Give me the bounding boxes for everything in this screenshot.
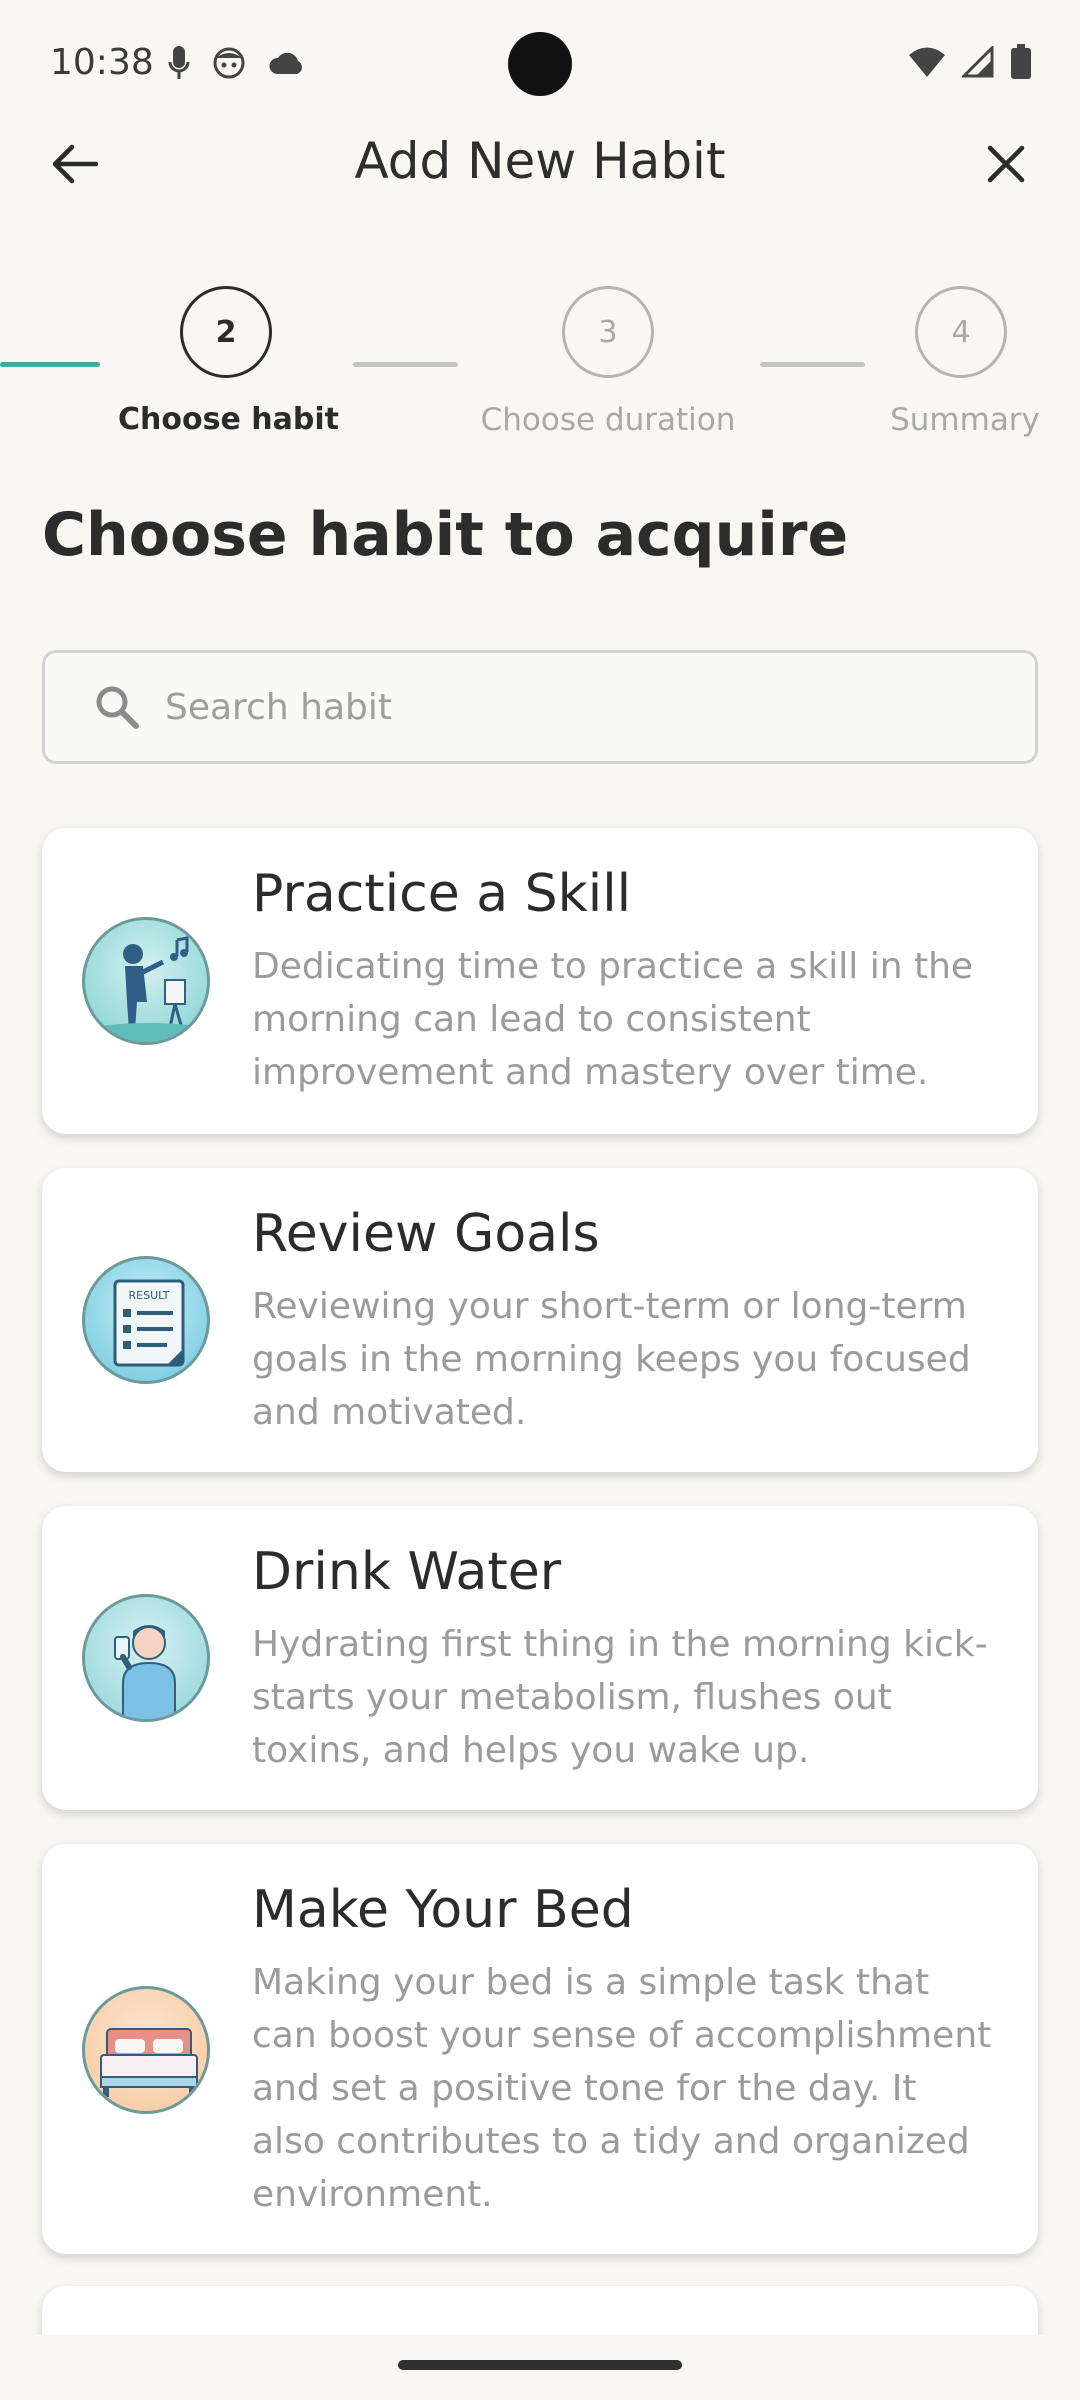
status-icons-right [908,44,1032,80]
step-circle-4: 4 [915,286,1007,378]
result-document-icon: RESULT [82,1256,210,1384]
habit-title: Practice a Skill [252,864,632,924]
step-label-choose-duration: Choose duration [480,402,736,438]
habit-card-practice-a-skill[interactable]: Practice a Skill Dedicating time to prac… [42,828,1038,1134]
close-button[interactable] [976,134,1036,194]
close-icon [987,145,1025,183]
page-title: Add New Habit [354,132,726,190]
habit-card-drink-water[interactable]: Drink Water Hydrating first thing in the… [42,1506,1038,1810]
habit-description: Reviewing your short-term or long-term g… [252,1286,971,1433]
habit-title: Review Goals [252,1204,600,1264]
habit-description: Dedicating time to practice a skill in t… [252,946,974,1093]
app-header: Add New Habit [0,120,1080,210]
face-icon [213,47,245,79]
step-number: 3 [598,314,618,350]
habit-card-review-goals[interactable]: RESULT Review Goals Reviewing your short… [42,1168,1038,1472]
step-circle-2: 2 [180,286,272,378]
habit-title: Make Your Bed [252,1880,634,1940]
step-label-summary: Summary [890,402,1040,438]
battery-icon [1011,44,1031,79]
habit-description: Hydrating first thing in the morning kic… [252,1624,988,1771]
habit-description: Making your bed is a simple task that ca… [252,1962,992,2215]
cloud-icon [269,52,302,74]
step-line-pending [760,362,865,367]
step-line-completed [0,362,100,367]
bed-icon [82,1986,210,2114]
drinking-person-icon [82,1594,210,1722]
section-heading: Choose habit to acquire [42,500,849,570]
step-circle-3: 3 [562,286,654,378]
step-number: 4 [951,314,971,350]
habit-title: Drink Water [252,1542,562,1602]
status-bar: 10:38 [0,0,1080,130]
step-label-choose-habit: Choose habit [118,402,339,437]
result-label: RESULT [129,1289,170,1302]
step-line-pending [353,362,458,367]
habit-card-make-your-bed[interactable]: Make Your Bed Making your bed is a simpl… [42,1844,1038,2254]
musician-icon [82,917,210,1045]
gesture-handle[interactable] [398,2360,682,2370]
front-camera [508,32,572,96]
signal-icon [962,46,994,78]
search-input[interactable] [165,686,985,728]
wifi-icon [909,47,945,77]
progress-stepper: 2 Choose habit 3 Choose duration 4 Summa… [0,280,1080,450]
mic-icon [168,46,190,79]
status-time: 10:38 [50,42,154,83]
status-icons-left [168,46,306,80]
step-number: 2 [215,314,237,350]
search-box[interactable] [42,650,1038,764]
search-icon [89,679,145,735]
